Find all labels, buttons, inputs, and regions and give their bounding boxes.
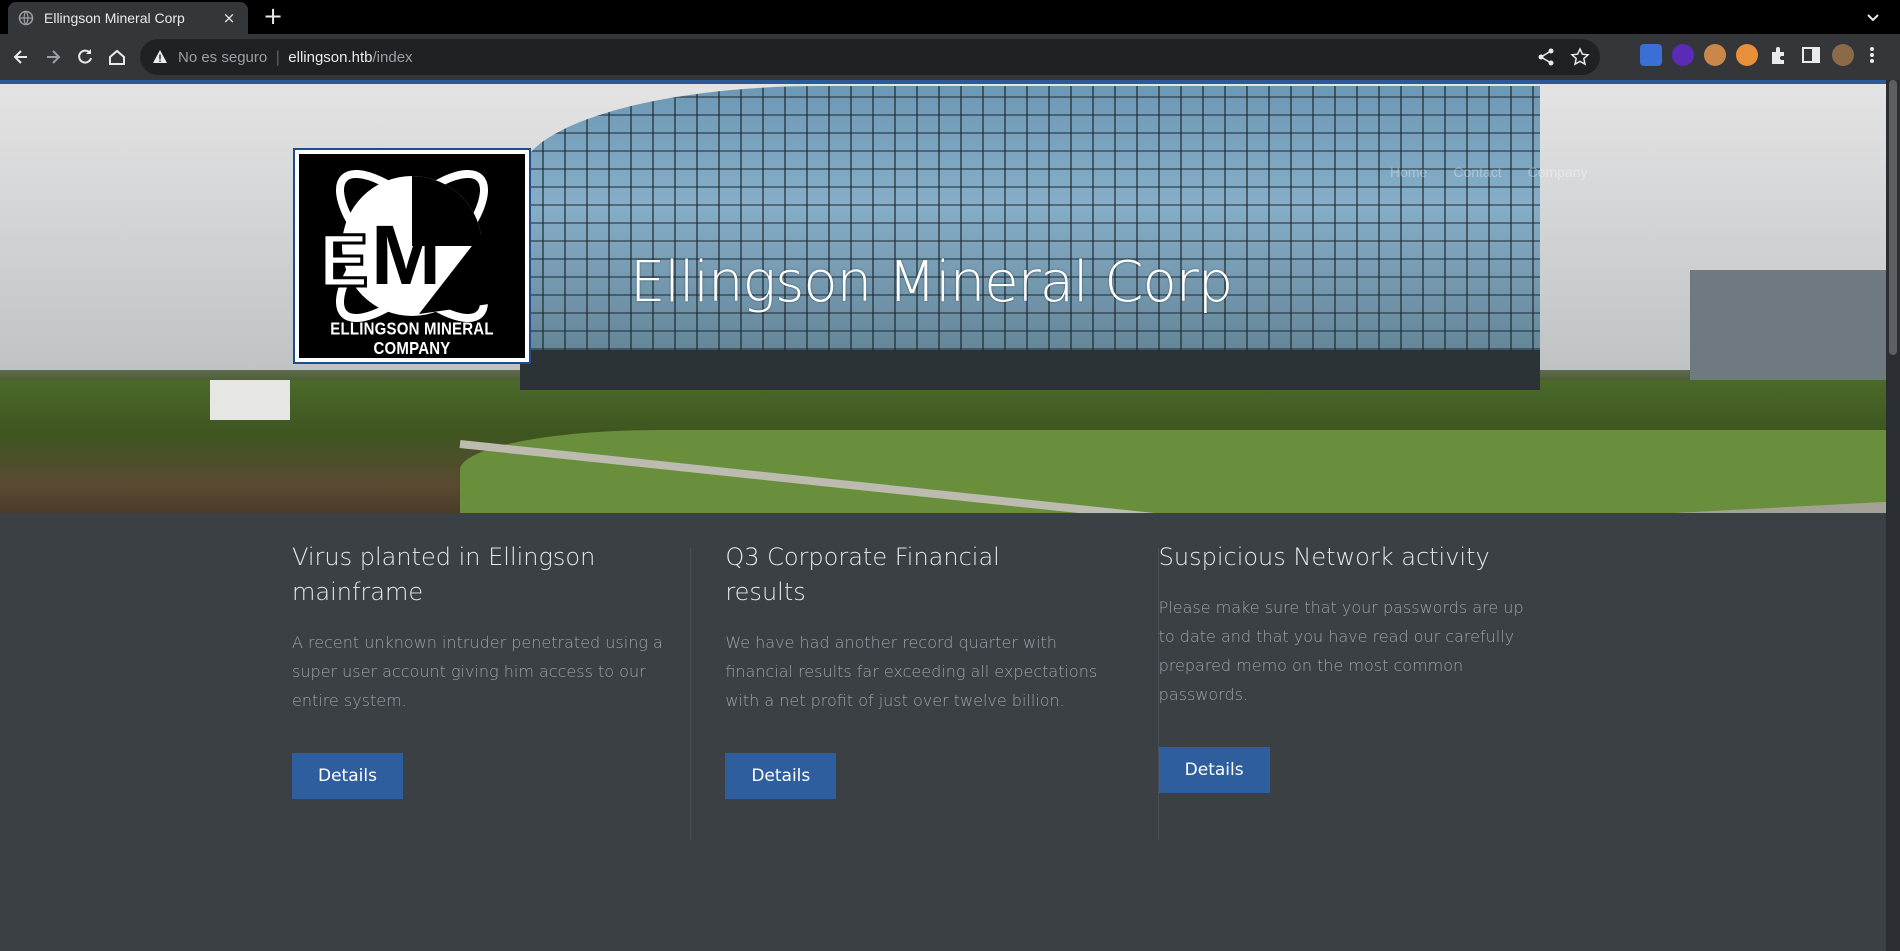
hero-small-building [210, 380, 290, 420]
translate-extension-icon[interactable] [1640, 44, 1662, 66]
details-button[interactable]: Details [292, 753, 403, 799]
bookmark-star-icon[interactable] [1570, 47, 1590, 67]
new-tab-button[interactable]: + [260, 4, 286, 30]
svg-text:C: C [417, 186, 436, 216]
side-panel-icon[interactable] [1800, 44, 1822, 66]
site-title: Ellingson Mineral Corp [630, 250, 1233, 315]
reload-icon [78, 49, 92, 64]
nav-link-contact[interactable]: Contact [1453, 164, 1501, 180]
url-separator: | [275, 48, 281, 66]
share-icon[interactable] [1536, 47, 1556, 67]
profile-avatar[interactable] [1832, 44, 1854, 66]
news-articles: Virus planted in Ellingson mainframe A r… [292, 540, 1592, 840]
url-host: ellingson.htb [288, 48, 373, 66]
extension-badge-icon[interactable] [1672, 44, 1694, 66]
puzzle-extensions-icon[interactable] [1768, 44, 1790, 66]
article-body: A recent unknown intruder penetrated usi… [292, 633, 663, 710]
top-navigation: Home Contact Company [1390, 164, 1588, 180]
emc-logo-icon: E M C [318, 169, 489, 323]
security-label[interactable]: No es seguro [178, 49, 267, 66]
cookie-extension-icon[interactable] [1704, 44, 1726, 66]
warning-icon[interactable] [152, 49, 168, 65]
omnibox-actions [1536, 47, 1590, 67]
more-menu-icon[interactable] [1864, 44, 1880, 66]
address-bar[interactable]: No es seguro | ellingson.htb /index [140, 39, 1600, 75]
hero-top-accent [0, 80, 1886, 84]
page-scrollbar[interactable] [1886, 80, 1900, 951]
tab-search-icon[interactable] [1864, 8, 1882, 26]
article-body: Please make sure that your passwords are… [1158, 598, 1524, 704]
back-button[interactable] [8, 44, 34, 70]
back-arrow-icon [13, 50, 27, 64]
tab-title: Ellingson Mineral Corp [44, 10, 185, 26]
reload-button[interactable] [72, 44, 98, 70]
nav-link-company[interactable]: Company [1528, 164, 1588, 180]
tab-strip: Ellingson Mineral Corp × + [0, 0, 1900, 34]
scrollbar-thumb[interactable] [1889, 80, 1897, 355]
hero-lawn [460, 430, 1886, 513]
forward-button[interactable] [40, 44, 66, 70]
browser-tab[interactable]: Ellingson Mineral Corp × [8, 2, 248, 34]
article-title: Suspicious Network activity [1158, 543, 1490, 571]
svg-text:E: E [319, 219, 368, 302]
extensions-area [1640, 44, 1880, 66]
article-card: Virus planted in Ellingson mainframe A r… [292, 540, 725, 840]
url-path: /index [372, 48, 413, 66]
hero-building-base [520, 350, 1540, 390]
details-button[interactable]: Details [725, 753, 837, 799]
hero-building-image [520, 86, 1540, 386]
nav-link-home[interactable]: Home [1390, 164, 1427, 180]
article-card: Suspicious Network activity Please make … [1158, 540, 1592, 840]
details-button[interactable]: Details [1158, 747, 1270, 793]
hero-side-building [1690, 270, 1886, 380]
extension-icon[interactable] [1736, 44, 1758, 66]
home-button[interactable] [104, 44, 130, 70]
home-icon [109, 49, 125, 65]
article-title: Q3 Corporate Financial results [725, 543, 1000, 606]
globe-icon [18, 10, 34, 26]
article-body: We have had another record quarter with … [725, 633, 1098, 710]
logo-caption: ELLINGSON MINERAL COMPANY [330, 319, 494, 358]
article-title: Virus planted in Ellingson mainframe [292, 543, 596, 606]
logo-emblem: E M C ELLINGSON MINERAL COMPANY [299, 154, 525, 358]
hero-banner: E M C ELLINGSON MINERAL COMPANY Home Con… [0, 80, 1886, 513]
close-tab-icon[interactable]: × [220, 9, 238, 27]
svg-text:M: M [371, 208, 441, 302]
browser-toolbar: No es seguro | ellingson.htb /index [0, 34, 1900, 80]
forward-arrow-icon [47, 50, 61, 64]
company-logo[interactable]: E M C ELLINGSON MINERAL COMPANY [293, 148, 531, 364]
article-card: Q3 Corporate Financial results We have h… [725, 540, 1158, 840]
